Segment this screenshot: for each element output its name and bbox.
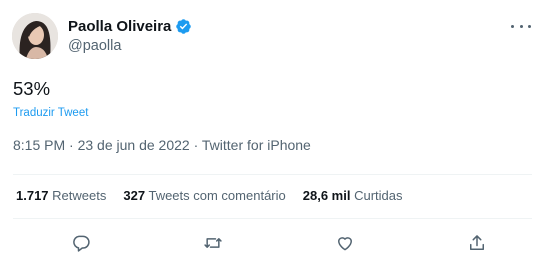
retweets-count: 1.717: [16, 188, 49, 203]
user-handle[interactable]: @paolla: [68, 38, 192, 54]
more-icon[interactable]: [511, 19, 531, 33]
avatar[interactable]: [12, 13, 58, 59]
heart-icon: [338, 237, 352, 251]
tweet-detail: Paolla Oliveira @paolla 53% Traduzir Twe…: [0, 0, 545, 273]
tweet-metadata: 8:15 PM · 23 de jun de 2022 · Twitter fo…: [13, 137, 311, 153]
reply-button[interactable]: [66, 228, 96, 258]
translate-tweet-link[interactable]: Traduzir Tweet: [13, 107, 88, 119]
quotes-count: 327: [123, 188, 146, 203]
retweet-icon: [204, 238, 222, 248]
tweet-text: 53%: [13, 78, 51, 99]
tweet-time[interactable]: 8:15 PM: [13, 137, 65, 153]
reply-icon: [73, 235, 90, 252]
retweets-label: Retweets: [52, 188, 107, 203]
tweet-date[interactable]: 23 de jun de 2022: [78, 137, 190, 153]
divider: [13, 174, 532, 175]
retweet-button[interactable]: [198, 228, 228, 258]
likes-stat[interactable]: 28,6 mil Curtidas: [303, 188, 403, 203]
verified-badge-icon: [175, 18, 192, 35]
tweet-stats: 1.717 Retweets 327 Tweets com comentário…: [16, 188, 403, 203]
tweet-source[interactable]: Twitter for iPhone: [202, 137, 311, 153]
quotes-stat[interactable]: 327 Tweets com comentário: [123, 188, 285, 203]
display-name[interactable]: Paolla Oliveira: [68, 18, 171, 35]
likes-count: 28,6 mil: [302, 188, 351, 203]
likes-label: Curtidas: [354, 188, 403, 203]
user-identity: Paolla Oliveira @paolla: [68, 16, 192, 54]
retweets-stat[interactable]: 1.717 Retweets: [16, 188, 106, 203]
divider: [13, 218, 532, 219]
tweet-header: Paolla Oliveira @paolla: [12, 13, 533, 61]
quotes-label: Tweets com comentário: [148, 188, 286, 203]
like-button[interactable]: [330, 228, 360, 258]
tweet-actions: [0, 228, 545, 258]
share-button[interactable]: [462, 228, 492, 258]
meta-separator: ·: [193, 137, 199, 153]
meta-separator: ·: [69, 137, 74, 153]
share-icon: [470, 235, 484, 250]
